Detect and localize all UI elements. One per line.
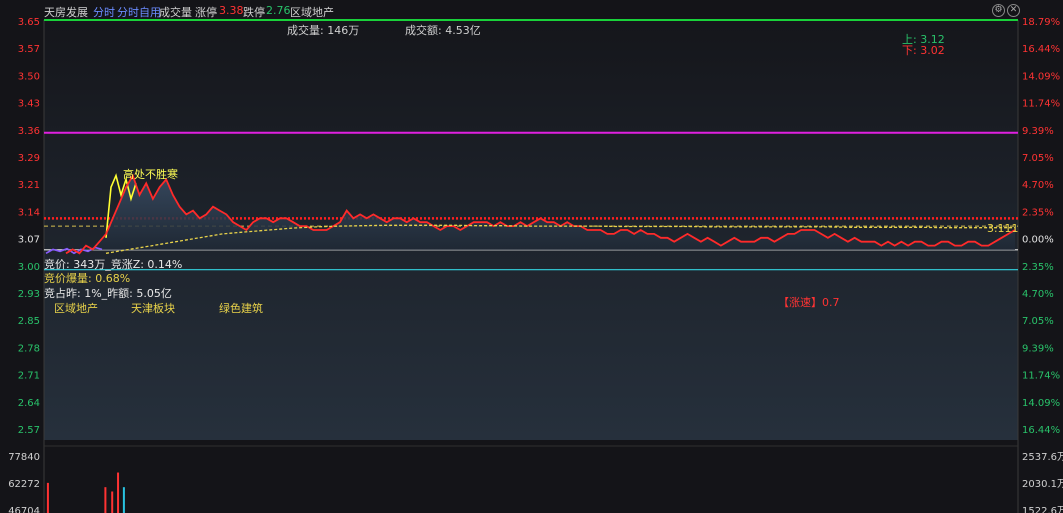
pct-tick-label: 9.39% xyxy=(1022,343,1054,354)
price-tick-label: 3.07 xyxy=(18,235,40,246)
volume-tick-right: 1522.6万 xyxy=(1022,506,1063,513)
price-tick-label: 2.64 xyxy=(18,398,40,409)
price-tick-label: 3.36 xyxy=(18,126,40,137)
pct-tick-label: 14.09% xyxy=(1022,71,1060,82)
turnover-info: 成交额: 4.53亿 xyxy=(405,24,481,37)
limit-up-label: 涨停 xyxy=(195,6,217,19)
pct-tick-label: 7.05% xyxy=(1022,153,1054,164)
tag-green-building[interactable]: 绿色建筑 xyxy=(219,300,263,316)
pct-tick-label: 11.74% xyxy=(1022,371,1060,382)
price-tick-label: 3.50 xyxy=(18,71,40,82)
last-price-label: 3.111 xyxy=(987,222,1019,235)
pct-tick-label: 7.05% xyxy=(1022,316,1054,327)
pct-tick-label: 14.09% xyxy=(1022,398,1060,409)
price-tick-label: 3.29 xyxy=(18,153,40,164)
volume-tick-left: 62272 xyxy=(8,479,40,490)
lower-band-label: 下: 3.02 xyxy=(902,44,945,57)
volume-tick-right: 2030.1万 xyxy=(1022,479,1063,490)
price-tick-label: 2.85 xyxy=(18,316,40,327)
limit-down-value: 2.76 xyxy=(266,4,291,17)
volume-info: 成交量: 146万 xyxy=(287,24,360,37)
pct-tick-label: 16.44% xyxy=(1022,44,1060,55)
pct-tick-label: 0.00% xyxy=(1022,235,1054,246)
volume-tick-left: 77840 xyxy=(8,452,40,463)
limit-up-value: 3.38 xyxy=(219,4,244,17)
volume-bar xyxy=(111,491,114,513)
volume-bar xyxy=(117,472,120,513)
volume-bar xyxy=(46,482,49,513)
pct-tick-label: 9.39% xyxy=(1022,126,1054,137)
price-tick-label: 3.00 xyxy=(18,262,40,273)
tag-region[interactable]: 区域地产 xyxy=(54,300,98,316)
pct-tick-label: 2.35% xyxy=(1022,207,1054,218)
volume-bar xyxy=(122,487,125,513)
limit-down-label: 跌停 xyxy=(243,6,265,19)
tab-custom[interactable]: 分时自用 xyxy=(117,4,161,20)
price-tick-label: 3.14 xyxy=(18,207,40,218)
volume-label[interactable]: 成交量 xyxy=(159,4,192,20)
auction-ratio-info: 竞占昨: 1%_昨额: 5.05亿 xyxy=(44,287,172,300)
pct-tick-label: 4.70% xyxy=(1022,180,1054,191)
price-tick-label: 3.21 xyxy=(18,180,40,191)
volume-tick-right: 2537.6万 xyxy=(1022,452,1063,463)
price-tick-label: 2.57 xyxy=(18,425,40,436)
stock-name[interactable]: 天房发展 xyxy=(44,4,88,20)
peak-annotation: 高处不胜寒 xyxy=(123,168,178,181)
tab-intraday[interactable]: 分时 xyxy=(93,4,115,20)
pct-tick-label: 16.44% xyxy=(1022,425,1060,436)
pct-tick-label: 4.70% xyxy=(1022,289,1054,300)
price-tick-label: 2.93 xyxy=(18,289,40,300)
gear-icon[interactable]: ⚙ xyxy=(992,4,1005,17)
price-tick-label: 2.78 xyxy=(18,343,40,354)
close-icon[interactable]: ✕ xyxy=(1007,4,1020,17)
pct-tick-label: 11.74% xyxy=(1022,99,1060,110)
tag-tianjin[interactable]: 天津板块 xyxy=(131,300,175,316)
chart-header: 天房发展 分时 分时自用 成交量 涨停 3.38 跌停 2.76 区域地产 ⚙ … xyxy=(0,0,1063,20)
price-tick-label: 3.57 xyxy=(18,44,40,55)
volume-bar xyxy=(104,487,107,513)
pct-tick-label: 2.35% xyxy=(1022,262,1054,273)
sector-label[interactable]: 区域地产 xyxy=(290,4,334,20)
auction-volume-info: 竞价爆量: 0.68% xyxy=(44,272,131,285)
price-tick-label: 2.71 xyxy=(18,371,40,382)
volume-tick-left: 46704 xyxy=(8,506,40,513)
speed-info: 【涨速】0.7 xyxy=(778,296,840,309)
price-tick-label: 3.43 xyxy=(18,99,40,110)
